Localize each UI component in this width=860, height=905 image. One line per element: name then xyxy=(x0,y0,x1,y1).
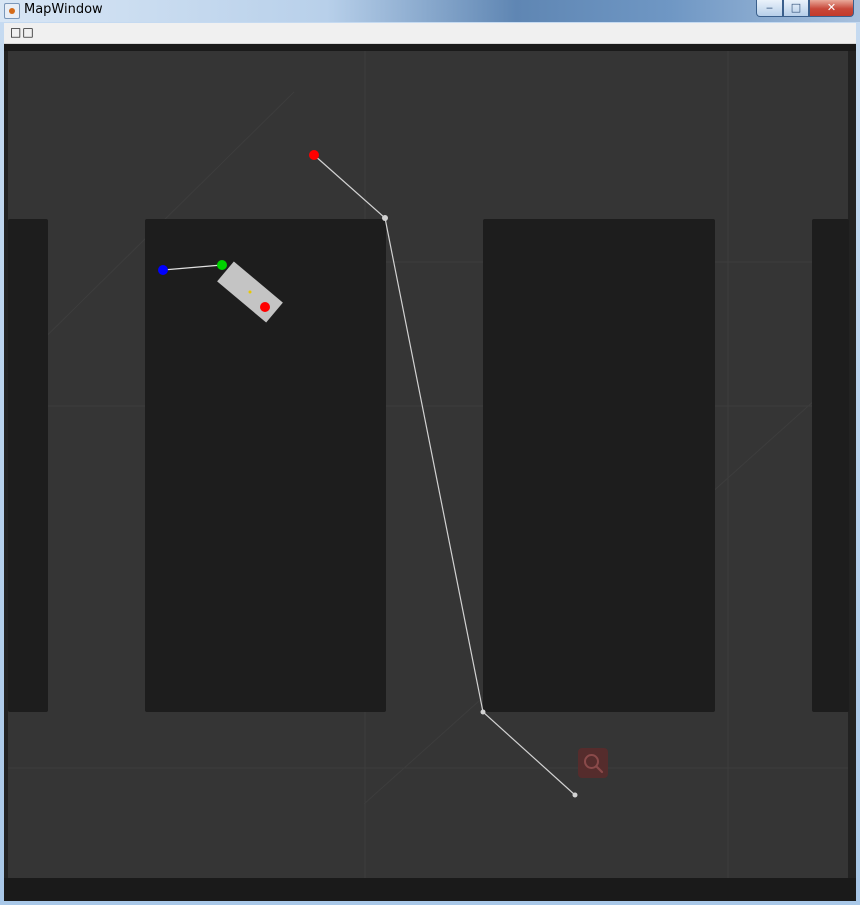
title-bar[interactable]: MapWindow ‒ □ ✕ xyxy=(0,0,860,22)
close-button[interactable]: ✕ xyxy=(809,0,854,17)
shelf-left-edge xyxy=(8,219,48,712)
robot-center-dot xyxy=(248,290,252,294)
path-waypoint xyxy=(480,709,486,715)
shelf-right-edge xyxy=(812,219,849,712)
menu-item[interactable]: □□ xyxy=(10,25,35,39)
search-icon[interactable] xyxy=(578,748,608,778)
window-title: MapWindow xyxy=(24,2,103,17)
map-border-bottom xyxy=(4,878,856,901)
maximize-button[interactable]: □ xyxy=(783,0,809,17)
map-floor xyxy=(8,51,848,878)
minimize-button[interactable]: ‒ xyxy=(756,0,783,17)
application-window: MapWindow ‒ □ ✕ □□ xyxy=(0,0,860,905)
path-waypoint xyxy=(572,792,578,798)
map-border-top xyxy=(4,44,856,51)
map-canvas[interactable] xyxy=(4,44,856,901)
path-waypoint xyxy=(382,215,388,221)
shelf-2 xyxy=(483,219,715,712)
robot-front-marker xyxy=(217,260,227,270)
path-start-marker[interactable] xyxy=(309,150,319,160)
java-app-icon xyxy=(4,3,20,19)
robot-target-marker xyxy=(158,265,168,275)
map-svg[interactable] xyxy=(4,44,856,901)
menu-bar: □□ xyxy=(4,23,856,44)
robot-rear-marker xyxy=(260,302,270,312)
